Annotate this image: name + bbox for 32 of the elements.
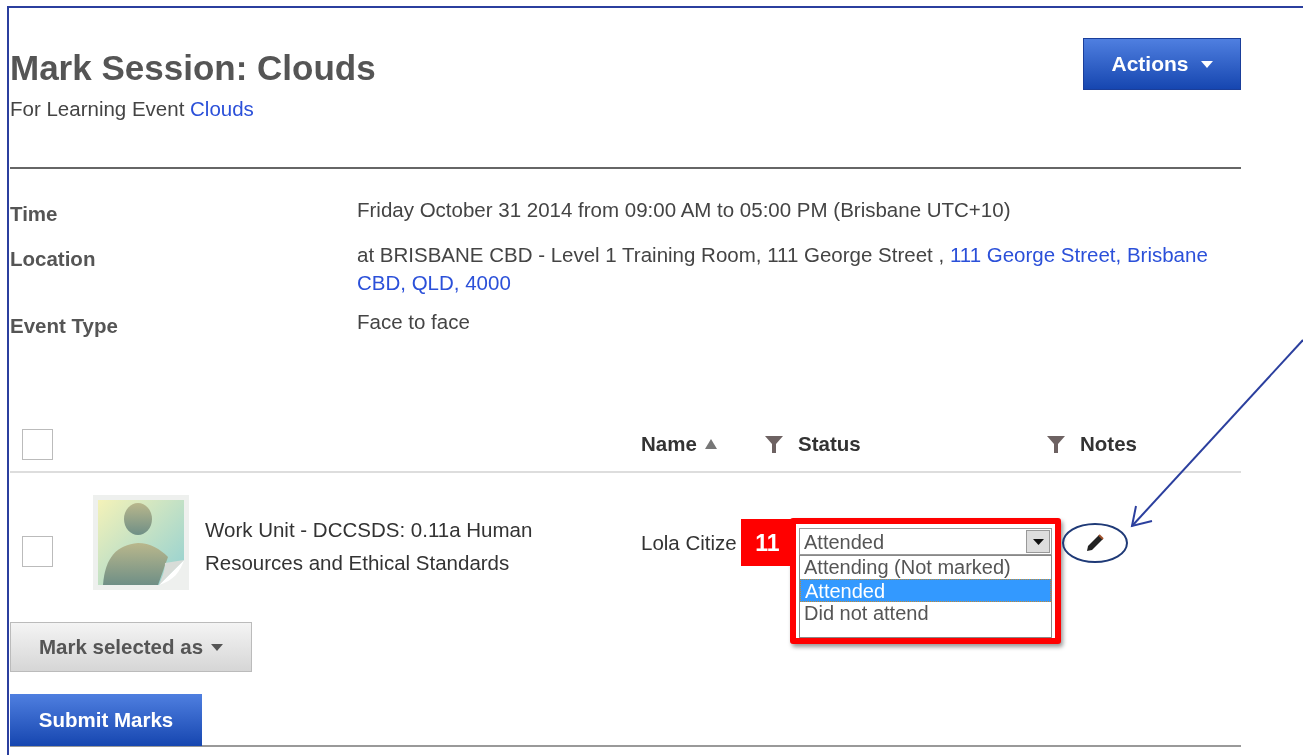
caret-icon: [211, 643, 224, 651]
detail-value: Friday October 31 2014 from 09:00 AM to 05:00 PM (Brisbane UTC+10): [357, 196, 1012, 223]
address-link[interactable]: 111 George Street, Brisbane: [949, 242, 1208, 266]
dropdown-button[interactable]: [1026, 530, 1050, 554]
callout-badge: 11: [741, 519, 794, 567]
column-header[interactable]: Notes: [1080, 428, 1137, 460]
dropdown-option[interactable]: Did not attend: [800, 602, 1051, 626]
actions-button[interactable]: Actions: [1083, 38, 1241, 90]
work-unit-title: Work Unit - DCCSDS: 0.11a Human Resources and Ethical Standards: [205, 516, 534, 576]
event-link[interactable]: Clouds: [190, 97, 254, 120]
subtitle: For Learning Event Clouds: [10, 96, 255, 122]
attendee-name: Lola Citize: [641, 530, 737, 557]
filter-icon[interactable]: [764, 434, 784, 455]
status-select[interactable]: Attended: [799, 528, 1052, 556]
detail-label: Event Type: [10, 312, 119, 339]
filter-icon[interactable]: [1046, 434, 1066, 455]
page-title: Mark Session: Clouds: [10, 50, 376, 86]
caret-icon: [1032, 538, 1044, 545]
submit-button[interactable]: Submit Marks: [10, 694, 202, 747]
mark-selected-button[interactable]: Mark selected as: [10, 622, 252, 673]
checkbox[interactable]: [22, 428, 53, 460]
detail-label: Time: [10, 200, 59, 227]
address-link[interactable]: CBD, QLD, 4000: [357, 270, 511, 294]
column-header[interactable]: Status: [798, 428, 861, 460]
caret-icon: [1200, 60, 1213, 68]
detail-value: Face to face: [357, 308, 471, 335]
checkbox[interactable]: [22, 536, 53, 568]
dropdown-option[interactable]: Attending (Not marked): [800, 556, 1051, 580]
pencil-icon[interactable]: [1085, 533, 1105, 554]
detail-label: Location: [10, 245, 97, 272]
column-header[interactable]: Name: [641, 428, 717, 460]
detail-value: at BRISBANE CBD - Level 1 Training Room, 111 George Street , 111 George Street, Brisbane CBD, QLD, 4000: [357, 241, 1209, 296]
